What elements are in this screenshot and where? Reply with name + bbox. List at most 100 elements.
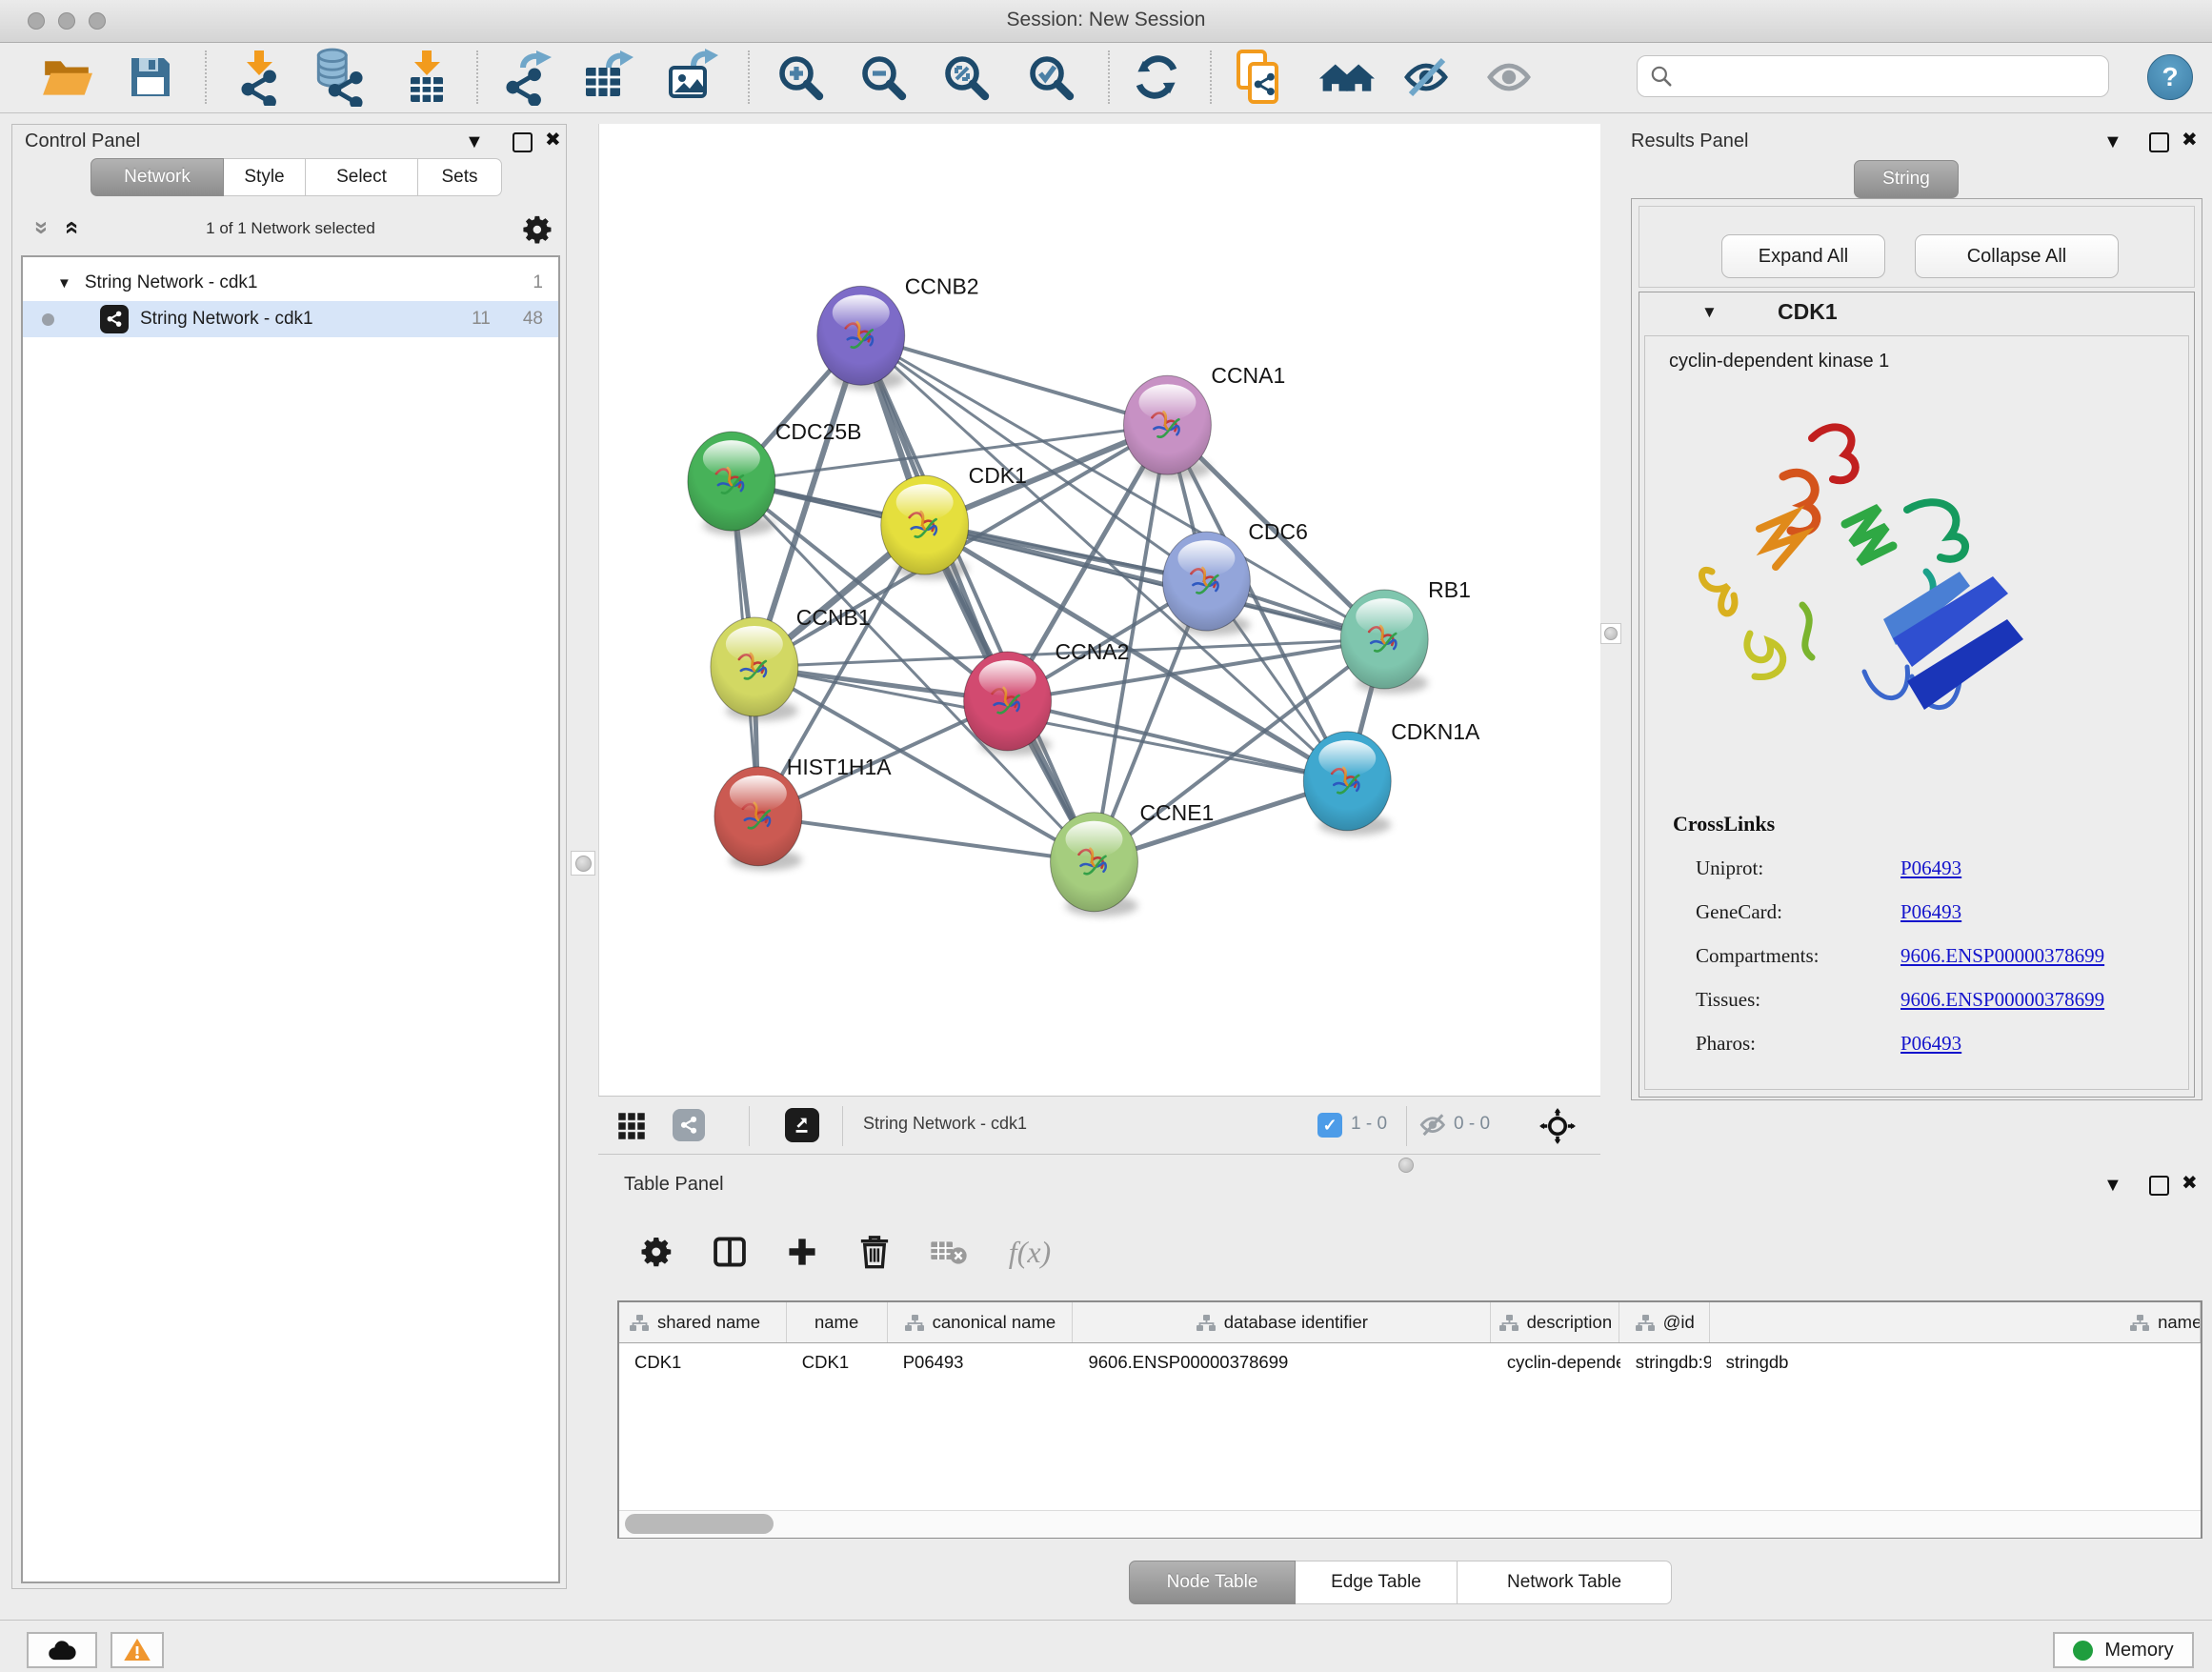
collapse-all-button[interactable]: Collapse All (1915, 234, 2119, 278)
crosslink-link[interactable]: P06493 (1900, 900, 1961, 924)
network-node-CCNB1[interactable] (711, 617, 798, 721)
detach-view-button[interactable] (785, 1108, 819, 1142)
open-session-button[interactable] (36, 47, 97, 108)
network-edge-CCNB2-CCNA1[interactable] (861, 335, 1168, 425)
right-splitter-handle[interactable] (1600, 623, 1621, 644)
column-header-namespace[interactable]: namespace (1710, 1302, 2201, 1342)
expand-all-networks-icon[interactable]: « (64, 221, 83, 234)
control-panel-close-icon[interactable]: ✖ (545, 131, 561, 150)
import-network-database-button[interactable] (308, 47, 369, 108)
table-cell[interactable]: CDK1 (619, 1343, 787, 1381)
network-node-CDKN1A[interactable] (1303, 732, 1391, 836)
table-panel-float-icon[interactable] (2149, 1176, 2169, 1196)
crosslink-link[interactable]: P06493 (1900, 1032, 1961, 1056)
crosslink-link[interactable]: 9606.ENSP00000378699 (1900, 944, 2104, 968)
left-splitter-handle[interactable] (571, 851, 595, 876)
crosslink-link[interactable]: P06493 (1900, 856, 1961, 880)
tab-network[interactable]: Network (90, 158, 224, 196)
network-canvas[interactable]: CCNB2CCNA1CDC25BCDK1CDC6RB1CCNB1CCNA2CDK… (598, 124, 1600, 1096)
tab-network-table[interactable]: Network Table (1458, 1561, 1672, 1604)
network-node-CCNA1[interactable] (1123, 375, 1211, 479)
column-header-canonical-name[interactable]: canonical name (888, 1302, 1074, 1342)
column-header--id[interactable]: @id (1619, 1302, 1710, 1342)
import-table-file-button[interactable] (395, 47, 456, 108)
network-node-CCNB2[interactable] (817, 286, 905, 390)
tab-node-table[interactable]: Node Table (1129, 1561, 1296, 1604)
tab-string[interactable]: String (1854, 160, 1959, 198)
warnings-button[interactable] (111, 1632, 164, 1668)
network-edge-HIST1H1A-CCNE1[interactable] (758, 816, 1095, 862)
search-input[interactable] (1681, 65, 2095, 88)
results-panel-close-icon[interactable]: ✖ (2182, 131, 2198, 150)
network-options-gear-button[interactable] (522, 213, 554, 251)
control-panel-float-icon[interactable] (513, 132, 533, 152)
tab-select[interactable]: Select (306, 158, 418, 196)
delete-table-button-disabled[interactable] (928, 1231, 970, 1273)
table-cell[interactable]: stringdb:9... (1620, 1343, 1711, 1381)
scrollbar-thumb[interactable] (625, 1514, 774, 1534)
horizontal-splitter-handle[interactable] (1398, 1158, 1414, 1173)
birds-eye-home-button[interactable] (1316, 47, 1377, 108)
zoom-fit-button[interactable] (935, 47, 996, 108)
selected-checkbox[interactable]: ✓ (1317, 1113, 1342, 1138)
function-builder-button-disabled[interactable]: f(x) (996, 1231, 1063, 1273)
network-collection-row[interactable]: ▼ String Network - cdk1 1 (23, 265, 558, 301)
control-panel-menu-icon[interactable]: ▼ (465, 132, 484, 151)
network-edge-CCNA2-CDKN1A[interactable] (1008, 701, 1348, 781)
show-columns-button[interactable] (709, 1231, 751, 1273)
tab-sets[interactable]: Sets (418, 158, 502, 196)
table-row[interactable]: CDK1CDK1P064939606.ENSP00000378699cyclin… (619, 1343, 2201, 1381)
network-node-RB1[interactable] (1340, 590, 1428, 694)
right-splitter[interactable] (1600, 124, 1619, 1155)
network-node-CDC25B[interactable] (688, 432, 775, 535)
network-edge-CCNB2-CCNE1[interactable] (861, 335, 1095, 861)
fit-selected-button[interactable] (1539, 1108, 1576, 1149)
export-network-button[interactable] (494, 47, 555, 108)
import-network-file-button[interactable] (228, 47, 289, 108)
delete-column-button[interactable] (854, 1231, 895, 1273)
table-panel-menu-icon[interactable]: ▼ (2103, 1176, 2122, 1195)
network-edge-CDK1-RB1[interactable] (925, 525, 1385, 639)
results-panel-float-icon[interactable] (2149, 132, 2169, 152)
network-node-CDK1[interactable] (881, 475, 969, 579)
table-cell[interactable]: stringdb (1711, 1343, 2201, 1381)
memory-button[interactable]: Memory (2053, 1632, 2194, 1668)
create-column-button[interactable] (781, 1231, 823, 1273)
tab-style[interactable]: Style (224, 158, 306, 196)
table-cell[interactable]: P06493 (888, 1343, 1074, 1381)
export-image-button[interactable] (661, 47, 722, 108)
network-node-HIST1H1A[interactable] (714, 767, 802, 871)
network-node-CCNE1[interactable] (1051, 813, 1138, 917)
zoom-selected-button[interactable] (1020, 47, 1081, 108)
network-view-mode-button[interactable] (673, 1109, 705, 1141)
table-cell[interactable]: 9606.ENSP00000378699 (1073, 1343, 1491, 1381)
column-header-shared-name[interactable]: shared name (619, 1302, 787, 1342)
cdk1-collapse-icon[interactable]: ▼ (1701, 303, 1718, 322)
zoom-out-button[interactable] (853, 47, 914, 108)
show-all-button[interactable] (1480, 47, 1541, 108)
zoom-in-button[interactable] (770, 47, 831, 108)
table-cell[interactable]: cyclin-dependent ... (1492, 1343, 1620, 1381)
column-header-description[interactable]: description (1491, 1302, 1619, 1342)
column-header-database-identifier[interactable]: database identifier (1073, 1302, 1491, 1342)
table-cell[interactable]: CDK1 (787, 1343, 888, 1381)
save-session-button[interactable] (120, 47, 181, 108)
table-panel-close-icon[interactable]: ✖ (2182, 1174, 2198, 1193)
network-node-CDC6[interactable] (1162, 532, 1250, 635)
crosslink-link[interactable]: 9606.ENSP00000378699 (1900, 988, 2104, 1012)
table-horizontal-scrollbar[interactable] (619, 1510, 2201, 1538)
hide-selected-button[interactable] (1398, 47, 1458, 108)
column-header-name[interactable]: name (787, 1302, 888, 1342)
cloud-status-button[interactable] (27, 1632, 97, 1668)
grid-view-button[interactable] (617, 1112, 646, 1145)
table-options-gear-button[interactable] (636, 1231, 678, 1273)
network-row[interactable]: String Network - cdk1 11 48 (23, 301, 558, 337)
expand-all-button[interactable]: Expand All (1721, 234, 1885, 278)
help-button[interactable]: ? (2147, 54, 2193, 100)
duplicate-network-button[interactable] (1229, 47, 1290, 108)
results-panel-menu-icon[interactable]: ▼ (2103, 132, 2122, 151)
export-table-button[interactable] (576, 47, 637, 108)
left-splitter[interactable] (567, 124, 598, 1589)
apply-layout-button[interactable] (1126, 47, 1187, 108)
collapse-all-networks-icon[interactable]: « (30, 221, 49, 234)
